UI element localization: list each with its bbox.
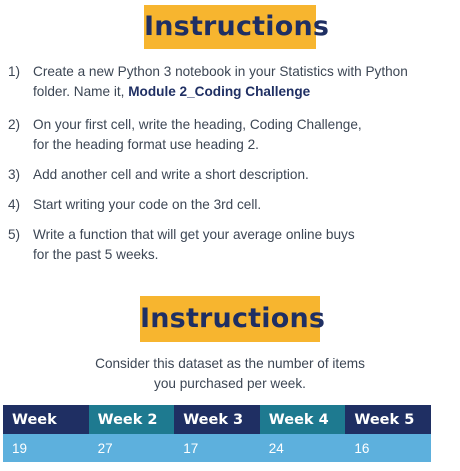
notebook-name: Module 2_Coding Challenge xyxy=(128,84,311,99)
description-line: you purchased per week. xyxy=(154,376,306,391)
list-item: 2) On your first cell, write the heading… xyxy=(0,115,460,155)
step-number: 4) xyxy=(8,197,21,212)
step-text: for the heading format use heading 2. xyxy=(33,137,259,152)
instructions-banner-second: Instructions xyxy=(0,296,460,342)
list-item: 5) Write a function that will get your a… xyxy=(0,225,460,265)
step-text: On your first cell, write the heading, C… xyxy=(33,117,362,132)
step-number: 5) xyxy=(8,227,21,242)
column-header: Week 5 xyxy=(345,405,431,434)
section-title: Instructions xyxy=(140,296,325,342)
weekly-purchases-table: Week Week 2 Week 3 Week 4 Week 5 19 27 1… xyxy=(3,405,431,462)
page-title: Instructions xyxy=(144,5,329,49)
step-text: folder. Name it, xyxy=(33,84,129,99)
step-text: Create a new Python 3 notebook in your S… xyxy=(33,64,408,79)
step-number: 2) xyxy=(8,117,21,132)
instructions-banner-top: Instructions xyxy=(0,5,460,49)
step-text: for the past 5 weeks. xyxy=(33,247,159,262)
step-text: Write a function that will get your aver… xyxy=(33,227,355,242)
column-header: Week 2 xyxy=(88,405,175,434)
table-cell: 16 xyxy=(345,434,431,462)
description-line: Consider this dataset as the number of i… xyxy=(95,356,365,371)
step-number: 3) xyxy=(8,167,21,182)
table-cell: 19 xyxy=(3,434,89,462)
column-header: Week 4 xyxy=(259,405,346,434)
list-item: 1) Create a new Python 3 notebook in you… xyxy=(0,62,460,102)
step-text: Start writing your code on the 3rd cell. xyxy=(33,197,262,212)
step-number: 1) xyxy=(8,64,21,79)
list-item: 3) Add another cell and write a short de… xyxy=(0,165,460,185)
dataset-description: Consider this dataset as the number of i… xyxy=(0,354,460,394)
instruction-list: 1) Create a new Python 3 notebook in you… xyxy=(0,62,460,265)
column-header: Week 3 xyxy=(174,405,260,434)
table-cell: 17 xyxy=(174,434,260,462)
table-cell: 24 xyxy=(259,434,346,462)
list-item: 4) Start writing your code on the 3rd ce… xyxy=(0,195,460,215)
column-header: Week xyxy=(3,405,89,434)
step-text: Add another cell and write a short descr… xyxy=(33,167,309,182)
table-header-row: Week Week 2 Week 3 Week 4 Week 5 xyxy=(3,405,431,434)
table-row: 19 27 17 24 16 xyxy=(3,434,431,462)
table-cell: 27 xyxy=(88,434,175,462)
